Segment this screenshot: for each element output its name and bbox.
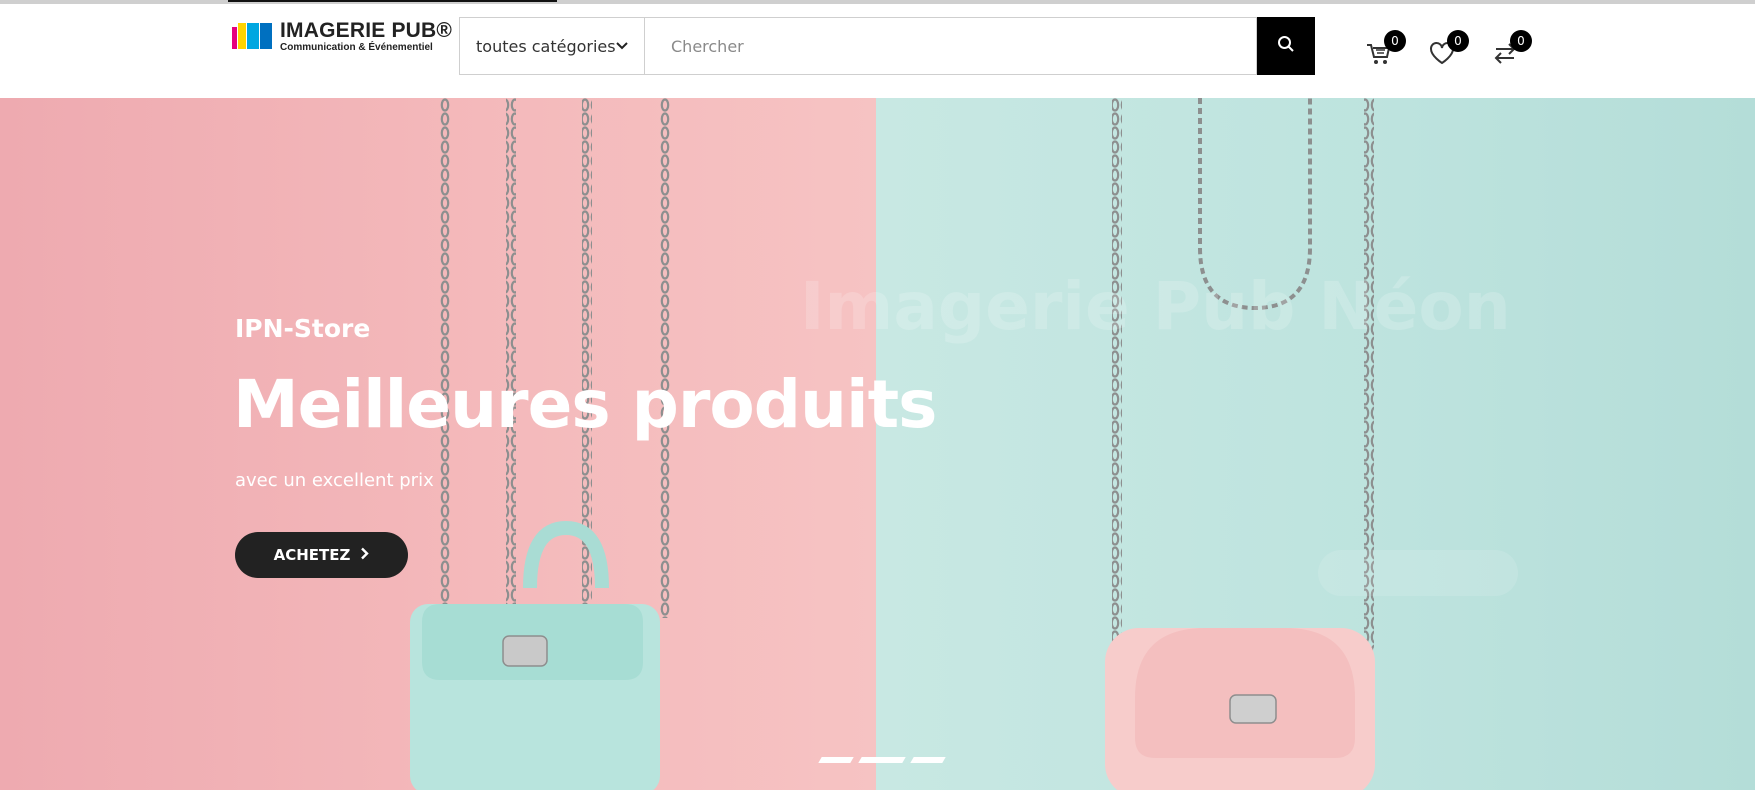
slide-indicator-1[interactable]: [818, 757, 854, 763]
compare-button[interactable]: 0: [1490, 30, 1532, 68]
chevron-down-icon: [616, 38, 628, 54]
category-select-value: toutes catégories: [476, 36, 616, 56]
logo-mark-icon: [232, 21, 276, 51]
shop-now-label: ACHETEZ: [273, 546, 351, 564]
site-header: IMAGERIE PUB® Communication & Événementi…: [0, 4, 1755, 98]
hero-subtitle: avec un excellent prix: [235, 470, 434, 491]
slide-indicators: [818, 757, 946, 763]
next-slide-ghost-button: [1318, 550, 1518, 596]
wishlist-button[interactable]: 0: [1427, 30, 1469, 68]
site-logo[interactable]: IMAGERIE PUB® Communication & Événementi…: [232, 18, 452, 54]
next-slide-ghost-title: Imagerie Pub Néon: [800, 268, 1511, 345]
hero-kicker: IPN-Store: [235, 314, 371, 343]
heart-icon: [1427, 42, 1457, 72]
logo-subtitle: Communication & Événementiel: [280, 41, 433, 53]
hero-product-image: [410, 98, 1375, 790]
logo-title: IMAGERIE PUB®: [280, 18, 453, 42]
category-select[interactable]: toutes catégories: [459, 17, 644, 75]
wishlist-count-badge: 0: [1447, 30, 1469, 52]
compare-count-badge: 0: [1510, 30, 1532, 52]
cart-button[interactable]: 0: [1364, 30, 1406, 68]
search-input[interactable]: [644, 17, 1257, 75]
hero-slider: Imagerie Pub Néon IPN-Store Meilleures p…: [0, 98, 1755, 790]
chevron-right-icon: [360, 546, 370, 564]
search-button[interactable]: [1257, 17, 1315, 75]
slide-indicator-2[interactable]: [858, 757, 906, 763]
compare-arrows-icon: [1490, 43, 1520, 72]
search-icon: [1277, 35, 1295, 57]
top-loading-strip-fill: [228, 0, 557, 2]
shop-now-button[interactable]: ACHETEZ: [235, 532, 408, 578]
cart-icon: [1364, 44, 1394, 72]
search-bar: toutes catégories: [459, 17, 1315, 75]
hero-title: Meilleures produits: [233, 366, 937, 443]
slide-indicator-3[interactable]: [910, 757, 946, 763]
cart-count-badge: 0: [1384, 30, 1406, 52]
